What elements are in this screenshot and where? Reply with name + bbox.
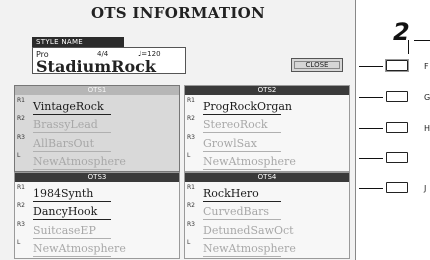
screen-title: OTS INFORMATION xyxy=(90,4,266,22)
ots2-part-r3: R3 GrowlSax xyxy=(185,134,351,153)
part-voice: NewAtmosphere xyxy=(203,155,296,170)
part-voice: VintageRock xyxy=(33,100,111,115)
hardware-button-j[interactable] xyxy=(386,182,408,193)
ots1-label: OTS1 xyxy=(15,86,179,95)
part-voice: NewAtmosphere xyxy=(203,242,296,257)
button-letter: F xyxy=(424,62,429,71)
ots4-part-r1: R1 RockHero xyxy=(185,184,351,203)
button-connector-line xyxy=(359,158,383,159)
part-tag: R2 xyxy=(17,202,25,209)
ots2-panel[interactable]: OTS2 R1 ProgRockOrgan R2 StereoRock R3 G… xyxy=(184,85,350,172)
part-voice: GrowlSax xyxy=(203,137,281,152)
style-name: StadiumRock xyxy=(36,57,156,76)
part-voice: RockHero xyxy=(203,187,281,202)
callout-bracket-stem xyxy=(408,40,409,54)
part-tag: R1 xyxy=(17,97,25,104)
ots1-part-r3: R3 AllBarsOut xyxy=(15,134,181,153)
part-voice: CurvedBars xyxy=(203,205,281,220)
callout-bracket xyxy=(414,40,430,41)
part-voice: DetunedSawOct xyxy=(203,224,294,239)
ots-information-screen: OTS INFORMATION STYLE NAME Pro 4/4 ♩=120… xyxy=(0,0,356,260)
part-tag: R3 xyxy=(17,221,25,228)
part-voice: SuitcaseEP xyxy=(33,224,111,239)
ots4-label: OTS4 xyxy=(185,173,349,182)
part-tag: L xyxy=(187,239,191,246)
ots2-part-r2: R2 StereoRock xyxy=(185,115,351,134)
part-tag: R3 xyxy=(17,134,25,141)
ots3-label: OTS3 xyxy=(15,173,179,182)
part-voice: DancyHook xyxy=(33,205,111,220)
hardware-button-g[interactable] xyxy=(386,91,408,102)
button-letter: H xyxy=(424,124,430,133)
close-button[interactable]: CLOSE xyxy=(291,58,343,72)
ots2-label: OTS2 xyxy=(185,86,349,95)
hardware-button-h[interactable] xyxy=(386,122,408,133)
part-voice: 1984Synth xyxy=(33,187,111,202)
ots4-part-l: L NewAtmosphere xyxy=(185,239,351,258)
button-connector-line xyxy=(359,128,383,129)
ots1-panel[interactable]: OTS1 R1 VintageRock R2 BrassyLead R3 All… xyxy=(14,85,180,172)
part-voice: ProgRockOrgan xyxy=(203,100,293,115)
ots1-part-r1: R1 VintageRock xyxy=(15,97,181,116)
part-voice: NewAtmosphere xyxy=(33,155,126,170)
button-connector-line xyxy=(359,97,383,98)
ots2-part-l: L NewAtmosphere xyxy=(185,152,351,171)
part-voice: StereoRock xyxy=(203,118,281,133)
ots4-panel[interactable]: OTS4 R1 RockHero R2 CurvedBars R3 Detune… xyxy=(184,172,350,259)
hardware-button-f[interactable] xyxy=(386,60,408,71)
part-tag: R3 xyxy=(187,134,195,141)
ots3-part-r2: R2 DancyHook xyxy=(15,202,181,221)
ots3-part-r3: R3 SuitcaseEP xyxy=(15,221,181,240)
part-tag: R2 xyxy=(17,115,25,122)
button-letter: G xyxy=(424,93,430,102)
part-voice: AllBarsOut xyxy=(33,137,111,152)
ots1-part-r2: R2 BrassyLead xyxy=(15,115,181,134)
style-name-tag: STYLE NAME xyxy=(32,37,124,47)
ots4-part-r3: R3 DetunedSawOct xyxy=(185,221,351,240)
ots3-part-r1: R1 1984Synth xyxy=(15,184,181,203)
ots3-part-l: L NewAtmosphere xyxy=(15,239,181,258)
part-voice: BrassyLead xyxy=(33,118,111,133)
part-tag: L xyxy=(187,152,191,159)
part-tag: R1 xyxy=(187,184,195,191)
part-tag: R1 xyxy=(187,97,195,104)
style-name-box: Pro 4/4 ♩=120 StadiumRock xyxy=(32,47,186,76)
ots2-part-r1: R1 ProgRockOrgan xyxy=(185,97,351,116)
button-connector-line xyxy=(359,66,383,67)
ots1-part-l: L NewAtmosphere xyxy=(15,152,181,171)
ots4-part-r2: R2 CurvedBars xyxy=(185,202,351,221)
part-tag: R3 xyxy=(187,221,195,228)
button-connector-line xyxy=(359,188,383,189)
part-tag: L xyxy=(17,239,21,246)
part-tag: R2 xyxy=(187,202,195,209)
part-voice: NewAtmosphere xyxy=(33,242,126,257)
hardware-button-i[interactable] xyxy=(386,152,408,163)
button-letter: J xyxy=(424,184,427,193)
part-tag: R1 xyxy=(17,184,25,191)
part-tag: L xyxy=(17,152,21,159)
ots3-panel[interactable]: OTS3 R1 1984Synth R2 DancyHook R3 Suitca… xyxy=(14,172,180,259)
part-tag: R2 xyxy=(187,115,195,122)
